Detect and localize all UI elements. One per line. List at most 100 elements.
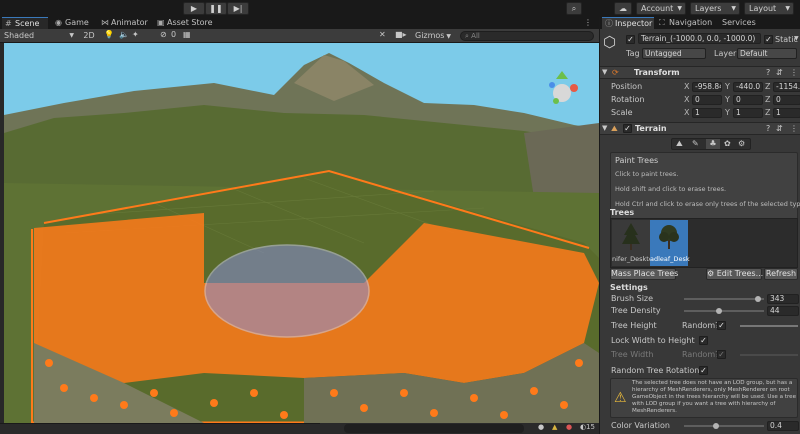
edit-trees-button[interactable]: ⚙ Edit Trees...	[706, 268, 764, 280]
info-icon[interactable]: ●	[538, 423, 544, 431]
terrain-settings-icon[interactable]: ⚙	[738, 139, 745, 148]
tab-scene[interactable]: # Scene	[2, 17, 48, 29]
tools-icon[interactable]: ✕	[379, 30, 386, 39]
info-icon: ⓘ	[605, 19, 613, 28]
active-checkbox[interactable]: ✓	[626, 35, 635, 44]
console-search-input[interactable]	[344, 424, 524, 433]
tab-game[interactable]: ◉ Game	[52, 17, 98, 29]
tab-inspector[interactable]: ⓘ Inspector	[602, 17, 654, 29]
tree-prefab-item[interactable]: nifer_Deskto	[612, 220, 653, 266]
scale-x-field[interactable]: 1	[692, 108, 722, 118]
chevron-down-icon[interactable]: ▼	[794, 35, 799, 42]
lock-width-checkbox[interactable]: ✓	[699, 336, 708, 345]
tree-height-random-checkbox[interactable]: ✓	[717, 321, 726, 330]
camera-icon[interactable]: ■▸	[395, 30, 407, 39]
field-value: 0	[736, 95, 741, 104]
rotation-z-field[interactable]: 0	[773, 95, 800, 105]
warning-icon[interactable]: ▲	[552, 423, 557, 431]
paint-details-icon[interactable]: ✿	[724, 139, 731, 148]
mode-2d-toggle[interactable]: 2D	[82, 30, 96, 41]
mass-place-trees-button[interactable]: Mass Place Trees	[610, 268, 678, 280]
field-value: 0	[776, 95, 781, 104]
transform-header[interactable]: ▼ ⟳ Transform ? ⇵ ⋮	[600, 66, 800, 79]
button-label: Edit Trees...	[716, 269, 764, 278]
terrain-scene[interactable]	[4, 43, 599, 423]
help-icon[interactable]: ?	[766, 68, 770, 77]
tag-dropdown[interactable]: Untagged	[642, 48, 706, 59]
more-options-icon[interactable]: ⋮	[584, 18, 592, 27]
terrain-header[interactable]: ▼ ⛰ ✓ Terrain ? ⇵ ⋮	[600, 122, 800, 135]
more-options-icon[interactable]: ⋮	[790, 68, 798, 77]
tab-asset-store[interactable]: ▣ Asset Store	[154, 17, 220, 29]
tree-density-slider[interactable]	[684, 310, 764, 312]
store-icon: ▣	[157, 18, 165, 27]
pause-button[interactable]: ❚❚	[205, 2, 227, 15]
random-rotation-row: Random Tree Rotation ✓	[600, 365, 800, 377]
random-rotation-checkbox[interactable]: ✓	[699, 366, 708, 375]
layers-dropdown[interactable]: Layers ▼	[690, 2, 740, 15]
help-icon[interactable]: ?	[766, 124, 770, 133]
layer-dropdown[interactable]: Default	[737, 48, 797, 59]
lighting-icon[interactable]: 💡	[104, 30, 114, 39]
grid-icon[interactable]: ▦	[183, 30, 191, 39]
preset-icon[interactable]: ⇵	[776, 68, 783, 77]
step-button[interactable]: ▶|	[227, 2, 249, 15]
field-value: 1	[695, 108, 700, 117]
hidden-objects-icon[interactable]: ⊘	[160, 30, 167, 39]
draw-mode-dropdown[interactable]: Shaded ▼	[4, 30, 76, 41]
tree-height-range-slider[interactable]	[740, 325, 798, 327]
brush-size-knob[interactable]	[755, 296, 762, 302]
static-checkbox[interactable]: ✓	[764, 35, 773, 44]
refresh-button[interactable]: Refresh	[764, 268, 798, 280]
scale-z-field[interactable]: 1	[773, 108, 800, 118]
color-variation-field[interactable]: 0.4	[767, 421, 799, 431]
position-z-field[interactable]: -1154.3	[773, 82, 800, 92]
layout-dropdown[interactable]: Layout ▼	[744, 2, 794, 15]
tree-prefab-item-selected[interactable]: adleaf_Desk	[650, 220, 690, 266]
search-icon: ⌕	[571, 4, 577, 13]
brush-size-slider[interactable]	[684, 298, 764, 300]
cloud-button[interactable]: ☁	[614, 2, 632, 15]
position-y-field[interactable]: -440.0	[733, 82, 763, 92]
rotation-y-field[interactable]: 0	[733, 95, 763, 105]
tree-density-knob[interactable]	[716, 308, 723, 314]
paint-trees-icon[interactable]: ♣	[706, 139, 720, 149]
rotation-x-field[interactable]: 0	[692, 95, 722, 105]
scene-search-input[interactable]: ⌕ All	[460, 31, 594, 41]
search-button[interactable]: ⌕	[566, 2, 582, 15]
tab-animator[interactable]: ⋈ Animator	[98, 17, 154, 29]
object-name-field[interactable]: Terrain_(-1000.0, 0.0, -1000.0)	[638, 33, 761, 44]
more-options-icon[interactable]: ⋮	[790, 124, 798, 133]
field-value: 0.4	[770, 421, 782, 430]
tree-prefab-label: adleaf_Desk	[650, 255, 690, 263]
error-icon[interactable]: ●	[566, 423, 572, 431]
tree-density-field[interactable]: 44	[767, 306, 799, 316]
audio-icon[interactable]: 🔈	[119, 30, 129, 39]
account-dropdown[interactable]: Account ▼	[636, 2, 686, 15]
preset-icon[interactable]: ⇵	[776, 124, 783, 133]
position-x-field[interactable]: -958.84	[692, 82, 722, 92]
terrain-enabled-checkbox[interactable]: ✓	[623, 124, 632, 133]
play-button[interactable]: ▶	[183, 2, 205, 15]
paint-trees-help-box: Paint Trees Click to paint trees. Hold s…	[610, 152, 800, 224]
brush-size-field[interactable]: 343	[767, 294, 799, 304]
chevron-down-icon: ▼	[444, 33, 452, 40]
paint-brush-icon[interactable]: ✎	[692, 139, 699, 148]
effects-icon[interactable]: ✦	[132, 30, 139, 39]
cube-icon: ⬡	[603, 33, 617, 51]
raise-terrain-icon[interactable]: ⛰	[676, 139, 683, 149]
transform-title: Transform	[634, 68, 680, 77]
color-variation-slider[interactable]	[684, 425, 764, 427]
color-variation-knob[interactable]	[713, 423, 719, 429]
tab-services[interactable]: Services	[712, 17, 762, 29]
tab-navigation[interactable]: ⛶ Navigation	[656, 17, 716, 29]
gizmos-dropdown[interactable]: Gizmos ▼	[415, 30, 455, 41]
scale-y-field[interactable]: 1	[733, 108, 763, 118]
help-line: Hold Ctrl and click to erase only trees …	[615, 200, 800, 208]
scene-viewport[interactable]	[4, 43, 599, 423]
step-icon: ▶|	[233, 4, 243, 13]
field-value: -1154.3	[776, 82, 800, 91]
pause-icon: ❚❚	[209, 4, 223, 13]
tab-label: Animator	[111, 18, 148, 27]
random-label: Random?	[682, 350, 720, 359]
